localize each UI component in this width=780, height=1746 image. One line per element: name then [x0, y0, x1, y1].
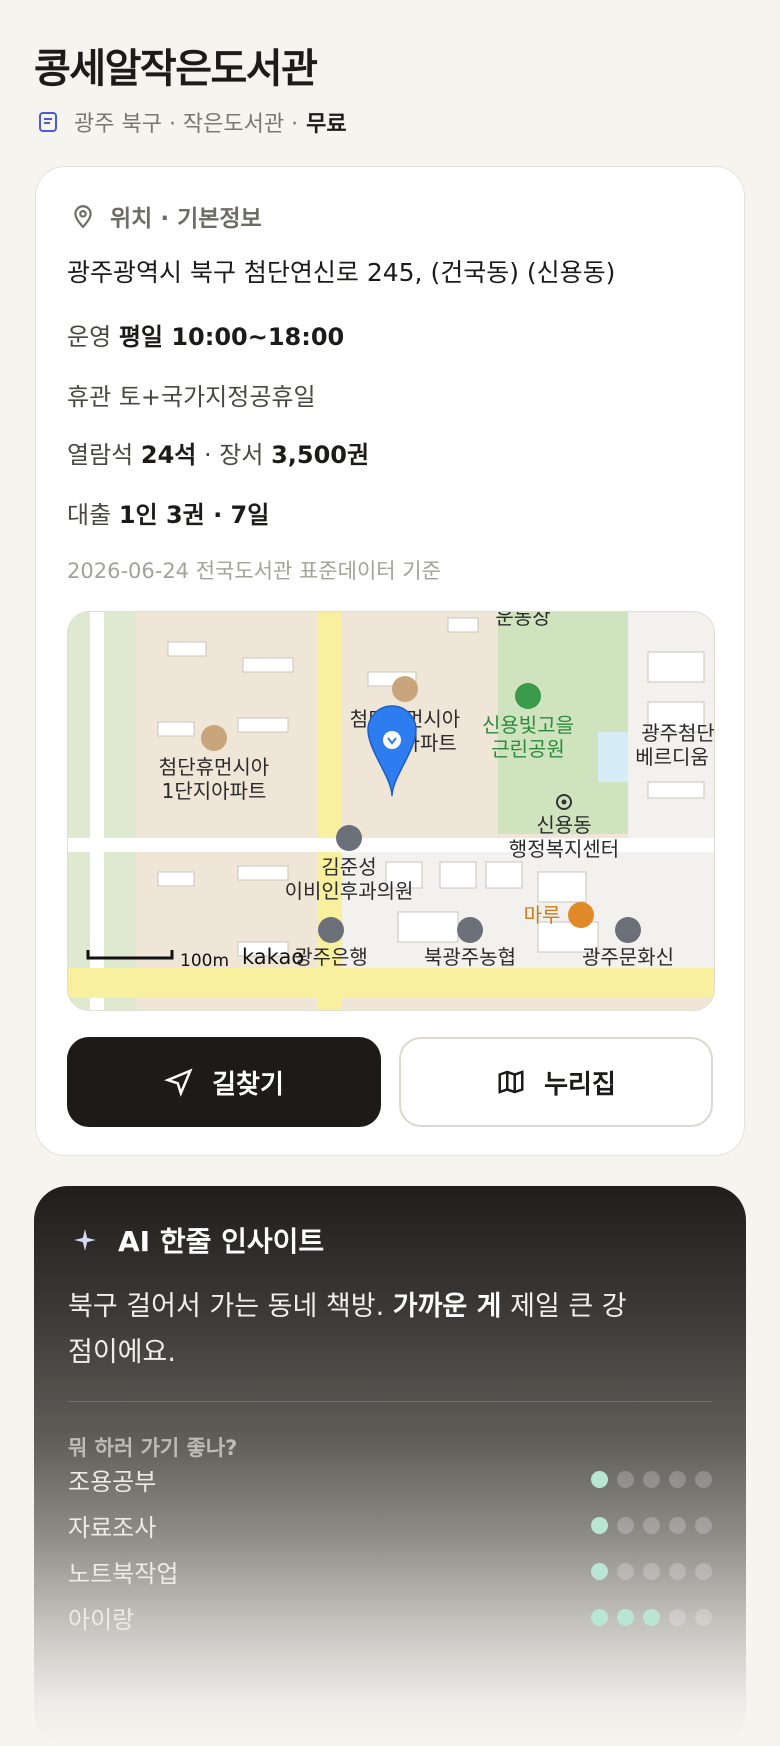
loan-label: 대출 [67, 501, 112, 529]
library-meta: 광주 북구 · 작은도서관 · 무료 [36, 106, 347, 138]
document-icon [39, 112, 57, 132]
use-case-row: 아이랑 [68, 1600, 712, 1634]
rating-dot [617, 1562, 634, 1580]
seats-label: 열람석 [67, 441, 134, 469]
section-title: 위치 · 기본정보 [110, 206, 262, 232]
closed-line: 휴관 토+국가지정공휴일 [67, 377, 316, 412]
map-label-right-1: 광주첨단 [641, 721, 714, 745]
books-label: · 장서 [204, 441, 264, 469]
rating-dot [695, 1608, 712, 1626]
rating-dot [643, 1470, 660, 1488]
fee-badge: 무료 [306, 112, 347, 137]
use-case-name: 조용공부 [68, 1467, 157, 1496]
hours-value: 평일 10:00~18:00 [118, 323, 345, 351]
ai-insight-text: 북구 걸어서 가는 동네 책방. 가까운 게 제일 큰 강점이에요. [68, 1291, 627, 1368]
use-case-name: 노트북작업 [68, 1559, 179, 1588]
rating-dot [617, 1608, 634, 1626]
page-title: 콩세알작은도서관 [34, 46, 318, 92]
books-value: 3,500권 [271, 441, 370, 469]
map-label-bank-1: 광주은행 [294, 945, 368, 969]
use-case-row: 노트북작업 [68, 1554, 712, 1588]
closed-value: 토+국가지정공휴일 [118, 383, 316, 411]
map-label-culture: 광주문화신 [582, 945, 674, 969]
location-pin-icon [74, 205, 92, 229]
rating-dot [643, 1608, 660, 1626]
map-label-clinic-2: 이비인후과의원 [285, 879, 414, 903]
divider [68, 1401, 712, 1402]
address: 광주광역시 북구 첨단연신로 245, (건국동) (신용동) [67, 258, 616, 287]
info-card: 위치 · 기본정보 광주광역시 북구 첨단연신로 245, (건국동) (신용동… [35, 166, 745, 1156]
map-label-park-2: 근린공원 [491, 737, 565, 761]
rating-dot [669, 1608, 686, 1626]
use-case-row: 자료조사 [68, 1508, 712, 1542]
section-header: 위치 · 기본정보 [70, 199, 262, 233]
seats-value: 24석 [140, 441, 197, 469]
seats-line: 열람석 24석 · 장서 3,500권 [67, 435, 369, 470]
rating-dot [591, 1608, 608, 1626]
map-fold-icon [498, 1070, 524, 1094]
region-type: 광주 북구 · 작은도서관 · [74, 112, 299, 137]
rating-dot [617, 1516, 634, 1534]
rating-dot [643, 1516, 660, 1534]
rating-dot [695, 1470, 712, 1488]
ai-insight-card: AI 한줄 인사이트 북구 걸어서 가는 동네 책방. 가까운 게 제일 큰 강… [34, 1186, 746, 1746]
rating-dot [695, 1562, 712, 1580]
data-source: 2026-06-24 전국도서관 표준데이터 기준 [67, 559, 441, 583]
ai-title: AI 한줄 인사이트 [118, 1225, 325, 1258]
website-button-label: 누리집 [544, 1069, 616, 1100]
use-case-row: 조용공부 [68, 1462, 712, 1496]
closed-label: 휴관 [67, 383, 112, 411]
map-label-right-2: 베르디움 [635, 745, 709, 769]
sparkle-icon [74, 1229, 96, 1251]
map-label-bank-2: 북광주농협 [424, 945, 516, 969]
rating-dots [591, 1608, 712, 1626]
route-button-label: 길찾기 [212, 1069, 284, 1100]
use-case-question: 뭐 하러 가기 좋나? [68, 1436, 238, 1460]
rating-dot [591, 1562, 608, 1580]
map-label-apt-left-1: 첨단휴먼시아 [159, 755, 269, 779]
use-case-name: 아이랑 [68, 1605, 135, 1634]
rating-dots [591, 1516, 712, 1534]
hours-label: 운영 [67, 323, 112, 351]
rating-dot [643, 1562, 660, 1580]
navigation-arrow-icon [164, 1068, 193, 1097]
location-map[interactable]: 운동장 첨단휴먼시아 1단지아파트 첨단휴먼시아 지아파트 광주첨단 베르디움 … [67, 611, 715, 1011]
rating-dot [669, 1470, 686, 1488]
map-label-park-1: 신용빛고을 [482, 713, 574, 737]
rating-dot [669, 1562, 686, 1580]
rating-dot [695, 1516, 712, 1534]
map-label-apt-left-2: 1단지아파트 [162, 779, 267, 803]
rating-dots [591, 1470, 712, 1488]
rating-dot [617, 1470, 634, 1488]
use-case-name: 자료조사 [68, 1513, 157, 1542]
map-label-admin-1: 신용동 [536, 813, 591, 837]
rating-dot [669, 1516, 686, 1534]
route-button[interactable]: 길찾기 [67, 1037, 381, 1127]
map-scale: 100m [180, 951, 229, 971]
rating-dot [591, 1516, 608, 1534]
kakao-logo: kakao [242, 945, 304, 969]
map-label-restaurant: 마루 [524, 903, 561, 927]
rating-dots [591, 1562, 712, 1580]
ai-header: AI 한줄 인사이트 [72, 1220, 324, 1260]
loan-line: 대출 1인 3권 · 7일 [67, 495, 269, 530]
map-label-admin-2: 행정복지센터 [509, 837, 619, 861]
map-label-top: 운동장 [495, 612, 550, 629]
hours-line: 운영 평일 10:00~18:00 [67, 317, 344, 352]
map-label-clinic-1: 김준성 [321, 855, 376, 879]
rating-dot [591, 1470, 608, 1488]
website-button[interactable]: 누리집 [399, 1037, 713, 1127]
loan-value: 1인 3권 · 7일 [118, 501, 270, 529]
